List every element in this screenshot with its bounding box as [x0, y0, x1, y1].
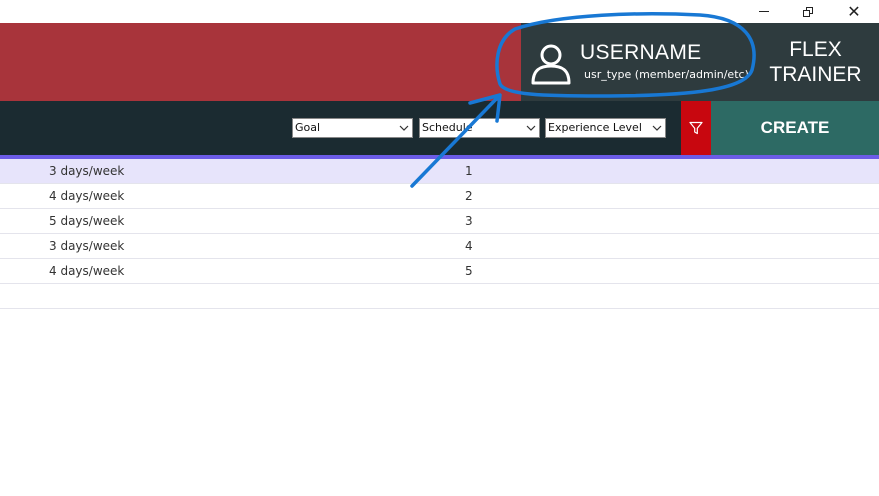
table-row[interactable]: 5 days/week 3 [0, 209, 879, 234]
filter-button[interactable] [681, 101, 711, 155]
filter-icon [689, 121, 703, 135]
table-row[interactable]: 3 days/week 4 [0, 234, 879, 259]
filter-toolbar: Goal Schedule Experience Level CREATE [0, 101, 879, 155]
brand-line-1: FLEX [789, 38, 842, 61]
chevron-down-icon [526, 125, 536, 131]
table-row[interactable]: 4 days/week 5 [0, 259, 879, 284]
number-cell: 4 [465, 239, 473, 253]
chevron-down-icon [652, 125, 662, 131]
plans-table: 3 days/week 1 4 days/week 2 5 days/week … [0, 159, 879, 309]
schedule-dropdown[interactable]: Schedule [419, 118, 540, 138]
restore-icon [803, 6, 813, 17]
app-header: USERNAME usr_type (member/admin/etc) FLE… [0, 23, 879, 101]
chevron-down-icon [399, 125, 409, 131]
user-profile-panel[interactable]: USERNAME usr_type (member/admin/etc) [521, 23, 752, 101]
minimize-icon [759, 11, 769, 12]
close-icon: ✕ [847, 1, 861, 21]
days-cell: 4 days/week [49, 264, 125, 278]
minimize-button[interactable] [741, 0, 787, 23]
user-type-label: usr_type (member/admin/etc) [584, 68, 749, 81]
restore-button[interactable] [785, 0, 831, 23]
number-cell: 3 [465, 214, 473, 228]
days-cell: 5 days/week [49, 214, 125, 228]
table-row[interactable]: 3 days/week 1 [0, 159, 879, 184]
close-button[interactable]: ✕ [831, 0, 877, 23]
experience-level-dropdown-label: Experience Level [548, 121, 642, 134]
app-brand: FLEX TRAINER [752, 23, 879, 101]
window-titlebar: ✕ [0, 0, 879, 23]
number-cell: 1 [465, 164, 473, 178]
number-cell: 2 [465, 189, 473, 203]
goal-dropdown[interactable]: Goal [292, 118, 413, 138]
table-row[interactable]: 4 days/week 2 [0, 184, 879, 209]
table-row[interactable] [0, 284, 879, 309]
experience-level-dropdown[interactable]: Experience Level [545, 118, 666, 138]
days-cell: 3 days/week [49, 164, 125, 178]
number-cell: 5 [465, 264, 473, 278]
create-button[interactable]: CREATE [711, 101, 879, 155]
goal-dropdown-label: Goal [295, 121, 321, 134]
brand-line-2: TRAINER [769, 63, 862, 86]
username-label: USERNAME [580, 41, 702, 64]
days-cell: 3 days/week [49, 239, 125, 253]
days-cell: 4 days/week [49, 189, 125, 203]
schedule-dropdown-label: Schedule [422, 121, 473, 134]
user-icon [531, 44, 571, 85]
